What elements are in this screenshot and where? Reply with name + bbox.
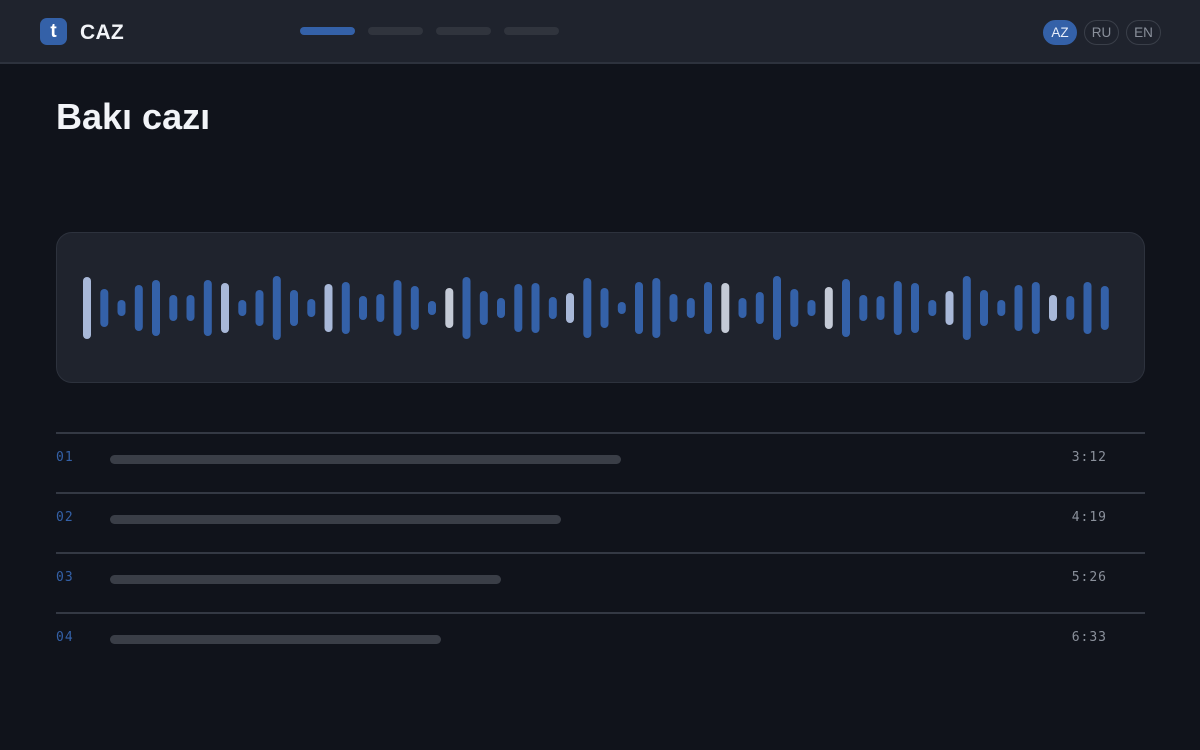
nav-item-4[interactable] [504, 27, 559, 35]
waveform-bar [721, 283, 730, 333]
waveform-bar [548, 297, 557, 319]
waveform-bar [376, 294, 385, 322]
waveform-bar [962, 276, 971, 340]
waveform-bar [186, 295, 195, 321]
brand-name[interactable]: CAZ [80, 21, 124, 45]
waveform-bar [1014, 285, 1023, 331]
waveform-bar [1083, 282, 1092, 334]
waveform-bar [514, 284, 523, 332]
waveform-bar [238, 300, 247, 316]
waveform-bar [911, 283, 919, 333]
waveform-bar [790, 289, 799, 327]
waveform-bar [652, 278, 661, 338]
waveform-bar [704, 282, 712, 334]
track-title-placeholder [110, 515, 561, 524]
track-title-placeholder [110, 635, 441, 644]
waveform-bar [272, 276, 281, 340]
waveform-bar [583, 278, 592, 338]
waveform-bar [497, 298, 505, 318]
track-duration: 4:19 [1071, 510, 1107, 525]
waveform-bar [686, 298, 695, 318]
waveform-bar [738, 298, 747, 318]
waveform[interactable] [57, 233, 1146, 384]
waveform-bar [807, 300, 816, 316]
waveform-bar [1066, 296, 1075, 320]
waveform-panel[interactable] [56, 232, 1145, 383]
waveform-bar [83, 277, 91, 339]
track-number: 01 [56, 450, 74, 465]
waveform-bar [255, 290, 264, 326]
top-bar: t CAZ AZ RU EN [0, 0, 1200, 64]
nav-item-1[interactable] [300, 27, 355, 35]
waveform-bar [410, 286, 419, 330]
page-title: Bakı cazı [56, 96, 211, 137]
track-title-placeholder [110, 455, 621, 464]
waveform-bar [635, 282, 643, 334]
track-number: 02 [56, 510, 74, 525]
waveform-bar [980, 290, 988, 326]
waveform-bar [997, 300, 1006, 316]
waveform-bar [324, 284, 333, 332]
waveform-bar [945, 291, 954, 325]
waveform-bar [773, 276, 781, 340]
track-duration: 5:26 [1071, 570, 1107, 585]
waveform-bar [307, 299, 316, 317]
waveform-bar [290, 290, 298, 326]
waveform-bar [859, 295, 868, 321]
waveform-bar [893, 281, 902, 335]
waveform-bar [842, 279, 850, 337]
waveform-bar [479, 291, 488, 325]
track-number: 04 [56, 630, 74, 645]
track-title-placeholder [110, 575, 501, 584]
language-en-button[interactable]: EN [1126, 20, 1161, 45]
app-logo[interactable]: t [40, 18, 67, 45]
waveform-bar [876, 296, 885, 320]
waveform-bar [566, 293, 574, 323]
waveform-bar [824, 287, 833, 329]
waveform-bar [531, 283, 540, 333]
waveform-bar [445, 288, 454, 328]
track-duration: 6:33 [1071, 630, 1107, 645]
language-ru-button[interactable]: RU [1084, 20, 1119, 45]
language-az-button[interactable]: AZ [1043, 20, 1077, 45]
waveform-bar [428, 301, 436, 315]
waveform-bar [169, 295, 178, 321]
waveform-bar [359, 296, 367, 320]
waveform-bar [100, 289, 109, 327]
track-row[interactable]: 03 5:26 [56, 552, 1145, 612]
waveform-bar [221, 283, 229, 333]
nav-item-3[interactable] [436, 27, 491, 35]
track-number: 03 [56, 570, 74, 585]
waveform-bar [462, 277, 471, 339]
track-duration: 3:12 [1071, 450, 1107, 465]
waveform-bar [152, 280, 160, 336]
waveform-bar [928, 300, 937, 316]
waveform-bar [203, 280, 212, 336]
waveform-bar [393, 280, 402, 336]
waveform-bar [755, 292, 764, 324]
track-row[interactable]: 02 4:19 [56, 492, 1145, 552]
waveform-bar [341, 282, 350, 334]
waveform-bar [1100, 286, 1109, 330]
waveform-bar [1031, 282, 1040, 334]
waveform-bar [1049, 295, 1057, 321]
waveform-bar [117, 300, 126, 316]
waveform-bar [134, 285, 143, 331]
track-row[interactable]: 01 3:12 [56, 432, 1145, 492]
waveform-bar [617, 302, 626, 314]
waveform-bar [669, 294, 678, 322]
waveform-bar [600, 288, 609, 328]
nav-item-2[interactable] [368, 27, 423, 35]
track-row[interactable]: 04 6:33 [56, 612, 1145, 672]
